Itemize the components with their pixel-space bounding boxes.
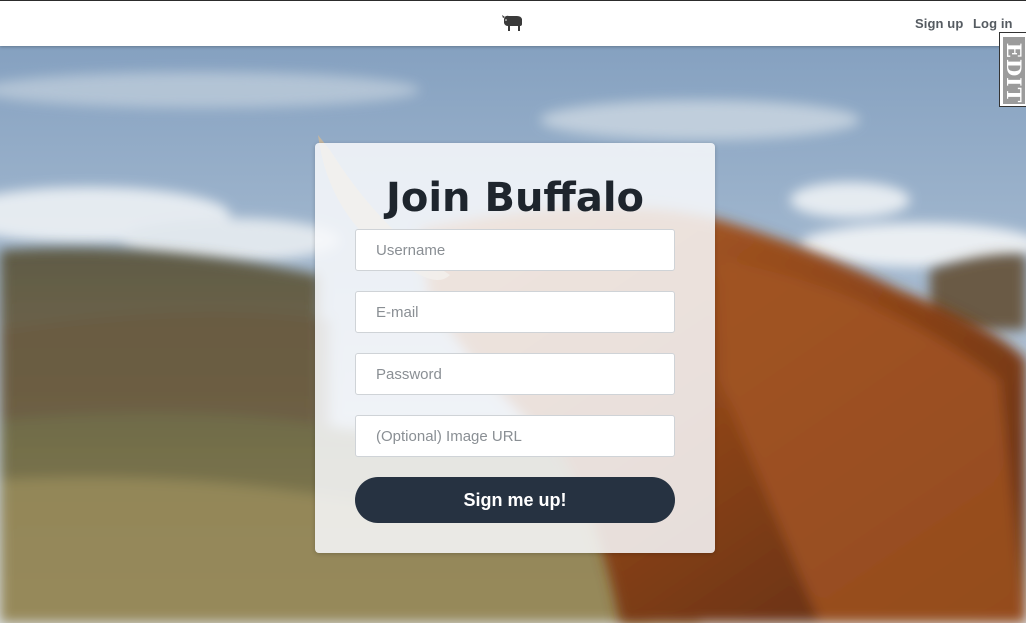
password-field[interactable] (355, 353, 675, 395)
email-field[interactable] (355, 291, 675, 333)
edit-tab[interactable]: EDIT (999, 32, 1026, 107)
signup-card: Join Buffalo Sign me up! (315, 143, 715, 553)
nav-signup-link[interactable]: Sign up (915, 16, 963, 31)
edit-tab-label: EDIT (1003, 42, 1025, 104)
signup-submit-button[interactable]: Sign me up! (355, 477, 675, 523)
buffalo-icon[interactable] (501, 13, 525, 33)
username-field[interactable] (355, 229, 675, 271)
edit-tab-panel: EDIT (1003, 37, 1025, 104)
form-title: Join Buffalo (385, 175, 645, 221)
nav-login-link[interactable]: Log in (973, 16, 1013, 31)
top-navbar: Sign up Log in (0, 0, 1026, 46)
image-url-field[interactable] (355, 415, 675, 457)
